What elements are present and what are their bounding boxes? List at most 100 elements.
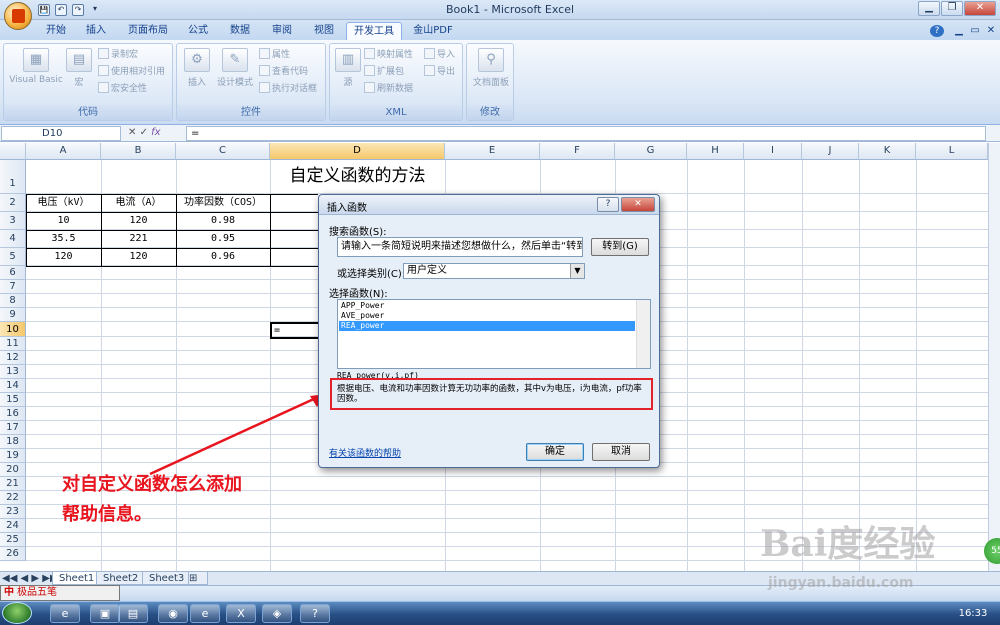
row-header-13[interactable]: 13 bbox=[0, 365, 26, 379]
insert-control-button[interactable]: ⚙ 插入 bbox=[181, 48, 213, 88]
dialog-close-button[interactable]: ✕ bbox=[621, 197, 655, 212]
column-header-k[interactable]: K bbox=[859, 143, 916, 160]
minimize-button[interactable]: ▁ bbox=[918, 1, 940, 16]
properties-button[interactable]: 属性 bbox=[259, 48, 290, 63]
export-button[interactable]: 导出 bbox=[424, 65, 455, 80]
column-header-i[interactable]: I bbox=[744, 143, 802, 160]
explorer-taskbar-icon[interactable]: ▣ bbox=[90, 604, 120, 623]
column-header-j[interactable]: J bbox=[802, 143, 859, 160]
sheet-tab-2[interactable]: Sheet2 bbox=[96, 572, 146, 585]
maximize-button[interactable]: ❐ bbox=[941, 1, 963, 16]
column-header-d[interactable]: D bbox=[270, 143, 445, 160]
row-header-5[interactable]: 5 bbox=[0, 248, 26, 266]
listbox-scrollbar[interactable] bbox=[636, 300, 650, 368]
tab-review[interactable]: 审阅 bbox=[264, 22, 300, 40]
record-macro-button[interactable]: 录制宏 bbox=[98, 48, 138, 63]
tab-home[interactable]: 开始 bbox=[38, 22, 74, 40]
row-header-26[interactable]: 26 bbox=[0, 547, 26, 561]
row-header-15[interactable]: 15 bbox=[0, 393, 26, 407]
active-cell-d10[interactable]: = bbox=[270, 322, 320, 339]
function-listbox[interactable]: APP_Power AVE_power REA_power bbox=[337, 299, 651, 369]
data-cell[interactable]: 120 bbox=[101, 213, 176, 229]
column-header-c[interactable]: C bbox=[176, 143, 270, 160]
tab-data[interactable]: 数据 bbox=[222, 22, 258, 40]
row-header-25[interactable]: 25 bbox=[0, 533, 26, 547]
customize-qat-icon[interactable]: ▾ bbox=[89, 4, 101, 16]
ime-mode-icon[interactable]: 中 bbox=[1, 587, 17, 598]
go-button[interactable]: 转到(G) bbox=[591, 238, 649, 256]
row-header-24[interactable]: 24 bbox=[0, 519, 26, 533]
header-cell-current[interactable]: 电流（A） bbox=[101, 195, 176, 211]
search-function-input[interactable]: 请输入一条简短说明来描述您想做什么，然后单击“转到” bbox=[337, 237, 583, 257]
row-header-14[interactable]: 14 bbox=[0, 379, 26, 393]
row-header-20[interactable]: 20 bbox=[0, 463, 26, 477]
map-properties-button[interactable]: 映射属性 bbox=[364, 48, 413, 63]
macros-button[interactable]: ▤ 宏 bbox=[66, 48, 92, 88]
data-cell[interactable]: 0.96 bbox=[176, 249, 270, 265]
category-select[interactable]: 用户定义 ▼ bbox=[403, 263, 585, 279]
sheet-nav-arrows-icon[interactable]: ◀◀ ◀ ▶ ▶▶ bbox=[2, 572, 58, 585]
data-cell[interactable]: 120 bbox=[26, 249, 101, 265]
system-clock[interactable]: 16:33 bbox=[950, 604, 996, 623]
help-icon[interactable]: ? bbox=[930, 25, 944, 37]
ie-taskbar-icon[interactable]: e bbox=[50, 604, 80, 623]
save-icon[interactable]: 💾 bbox=[38, 4, 50, 16]
refresh-data-button[interactable]: 刷新数据 bbox=[364, 82, 413, 97]
row-header-4[interactable]: 4 bbox=[0, 230, 26, 248]
header-cell-power-factor[interactable]: 功率因数（COS） bbox=[176, 195, 270, 211]
cancel-entry-icon[interactable]: ✕ bbox=[128, 127, 136, 138]
tab-kingsoft-pdf[interactable]: 金山PDF bbox=[408, 22, 458, 40]
row-header-3[interactable]: 3 bbox=[0, 212, 26, 230]
row-header-21[interactable]: 21 bbox=[0, 477, 26, 491]
row-header-8[interactable]: 8 bbox=[0, 294, 26, 308]
row-header-17[interactable]: 17 bbox=[0, 421, 26, 435]
tab-view[interactable]: 视图 bbox=[306, 22, 342, 40]
ok-button[interactable]: 确定 bbox=[526, 443, 584, 461]
data-cell[interactable]: 221 bbox=[101, 231, 176, 247]
sheet-tab-3[interactable]: Sheet3 bbox=[142, 572, 192, 585]
insert-sheet-icon[interactable]: ⊞ bbox=[188, 572, 208, 585]
column-header-l[interactable]: L bbox=[916, 143, 988, 160]
sheet-tab-1[interactable]: Sheet1 bbox=[52, 572, 102, 585]
column-header-f[interactable]: F bbox=[540, 143, 615, 160]
run-dialog-button[interactable]: 执行对话框 bbox=[259, 82, 317, 97]
help-taskbar-icon[interactable]: ? bbox=[300, 604, 330, 623]
doc-minimize-button[interactable]: ▁ bbox=[952, 22, 966, 40]
dialog-title-bar[interactable]: 插入函数 ? ✕ bbox=[319, 195, 659, 215]
office-button[interactable] bbox=[4, 2, 32, 30]
column-header-h[interactable]: H bbox=[687, 143, 744, 160]
column-header-e[interactable]: E bbox=[445, 143, 540, 160]
import-button[interactable]: 导入 bbox=[424, 48, 455, 63]
visual-basic-button[interactable]: ▦ Visual Basic bbox=[6, 48, 66, 85]
column-header-a[interactable]: A bbox=[26, 143, 101, 160]
row-header-22[interactable]: 22 bbox=[0, 491, 26, 505]
ie-2-taskbar-icon[interactable]: e bbox=[190, 604, 220, 623]
close-button[interactable]: ✕ bbox=[964, 1, 996, 16]
tab-formulas[interactable]: 公式 bbox=[180, 22, 216, 40]
header-cell-voltage[interactable]: 电压（kV） bbox=[26, 195, 101, 211]
start-button[interactable] bbox=[2, 602, 32, 624]
vertical-scrollbar[interactable] bbox=[988, 143, 1000, 571]
sheet-title[interactable]: 自定义函数的方法 bbox=[270, 163, 445, 189]
design-mode-button[interactable]: ✎ 设计模式 bbox=[213, 48, 257, 88]
cancel-button[interactable]: 取消 bbox=[592, 443, 650, 461]
select-all-corner[interactable] bbox=[0, 143, 26, 160]
doc-close-button[interactable]: ✕ bbox=[984, 22, 998, 40]
row-header-16[interactable]: 16 bbox=[0, 407, 26, 421]
row-header-18[interactable]: 18 bbox=[0, 435, 26, 449]
list-item[interactable]: APP_Power bbox=[339, 301, 635, 311]
function-help-link[interactable]: 有关该函数的帮助 bbox=[329, 446, 401, 459]
column-header-g[interactable]: G bbox=[615, 143, 687, 160]
data-cell[interactable]: 0.98 bbox=[176, 213, 270, 229]
data-cell[interactable]: 10 bbox=[26, 213, 101, 229]
row-header-10[interactable]: 10 bbox=[0, 322, 26, 337]
relative-reference-button[interactable]: 使用相对引用 bbox=[98, 65, 165, 80]
dialog-help-button[interactable]: ? bbox=[597, 197, 619, 212]
redo-icon[interactable]: ↷ bbox=[72, 4, 84, 16]
list-item[interactable]: AVE_power bbox=[339, 311, 635, 321]
row-header-19[interactable]: 19 bbox=[0, 449, 26, 463]
folder-taskbar-icon[interactable]: ▤ bbox=[118, 604, 148, 623]
expansion-pack-button[interactable]: 扩展包 bbox=[364, 65, 404, 80]
formula-input[interactable]: = bbox=[186, 126, 986, 141]
row-header-12[interactable]: 12 bbox=[0, 351, 26, 365]
